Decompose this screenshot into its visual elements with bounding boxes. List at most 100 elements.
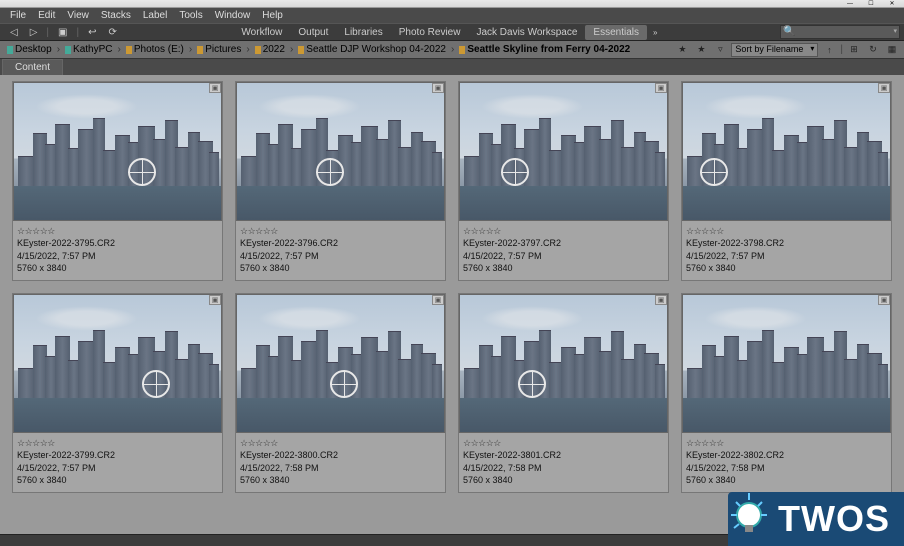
file-badge-icon: ▣ [878,295,890,305]
thumbnail-dimensions: 5760 x 3840 [17,262,218,274]
workspace-tab-libraries[interactable]: Libraries [336,25,390,40]
rating-stars[interactable]: ☆☆☆☆☆ [17,437,218,449]
filter-dropdown-button[interactable]: ▿ [712,43,728,57]
main-toolbar: ◁ ▷ | ▣ | ↩ ⟳ WorkflowOutputLibrariesPho… [0,23,904,41]
thumbnail-metadata: ☆☆☆☆☆KEyster-2022-3801.CR24/15/2022, 7:5… [459,433,668,492]
menu-stacks[interactable]: Stacks [95,8,137,23]
menu-view[interactable]: View [61,8,95,23]
rating-stars[interactable]: ☆☆☆☆☆ [463,225,664,237]
thumbnail-card[interactable]: ▣ ☆☆☆☆☆KEyster-2022-3800.CR24/15/2022, 7:… [235,293,446,493]
menu-label[interactable]: Label [137,8,173,23]
rating-stars[interactable]: ☆☆☆☆☆ [686,437,887,449]
search-dropdown-icon[interactable]: ▾ [894,27,898,35]
thumbnail-card[interactable]: ▣☆☆☆☆☆KEyster-2022-3802.CR24/15/2022, 7:… [681,293,892,493]
rating-stars[interactable]: ☆☆☆☆☆ [240,225,441,237]
rating-stars[interactable]: ☆☆☆☆☆ [686,225,887,237]
menu-window[interactable]: Window [209,8,257,23]
open-recent-button[interactable]: ↻ [865,43,881,57]
watermark-text: TWOS [778,498,890,540]
window-minimize-button[interactable]: — [840,1,860,7]
menu-help[interactable]: Help [256,8,289,23]
breadcrumb-item[interactable]: Pictures [194,44,244,55]
rating-stars[interactable]: ☆☆☆☆☆ [240,437,441,449]
toolbar-separator: | [76,27,79,38]
thumbnail-datetime: 4/15/2022, 7:57 PM [17,462,218,474]
thumbnail-image[interactable]: ▣ [682,294,891,433]
menu-edit[interactable]: Edit [32,8,61,23]
thumbnail-image[interactable]: ▣ [13,82,222,221]
thumbnail-card[interactable]: ▣ ☆☆☆☆☆KEyster-2022-3799.CR24/15/2022, 7:… [12,293,223,493]
breadcrumb-item[interactable]: Seattle DJP Workshop 04-2022 [295,44,449,55]
refresh-button[interactable]: ⟳ [103,25,121,40]
thumbnail-metadata: ☆☆☆☆☆KEyster-2022-3796.CR24/15/2022, 7:5… [236,221,445,280]
thumbnail-grid-panel[interactable]: ▣☆☆☆☆☆KEyster-2022-3795.CR24/15/2022, 7:… [0,75,904,534]
thumbnail-filename: KEyster-2022-3800.CR2 [240,449,441,461]
watermark-overlay: TWOS [728,492,904,546]
breadcrumb-item[interactable]: Desktop [4,44,55,55]
thumbnail-datetime: 4/15/2022, 7:58 PM [463,462,664,474]
rating-stars[interactable]: ☆☆☆☆☆ [17,225,218,237]
rating-stars[interactable]: ☆☆☆☆☆ [463,437,664,449]
workspace-tab-photo-review[interactable]: Photo Review [391,25,469,40]
file-badge-icon: ▣ [655,295,667,305]
breadcrumb-separator-icon: › [189,44,192,55]
sort-direction-button[interactable]: ↑ [821,43,837,57]
thumbnail-image[interactable]: ▣ [682,82,891,221]
workspace-tab-workflow[interactable]: Workflow [233,25,290,40]
thumbnail-metadata: ☆☆☆☆☆KEyster-2022-3795.CR24/15/2022, 7:5… [13,221,222,280]
breadcrumb-item[interactable]: KathyPC [62,44,115,55]
workspace-tab-output[interactable]: Output [290,25,336,40]
thumbnail-card[interactable]: ▣☆☆☆☆☆KEyster-2022-3797.CR24/15/2022, 7:… [458,81,669,281]
window-close-button[interactable]: ✕ [882,1,902,7]
thumbnail-datetime: 4/15/2022, 7:57 PM [240,250,441,262]
folder-icon [298,46,304,54]
thumbnail-image[interactable]: ▣ [13,294,222,433]
breadcrumb-item[interactable]: Seattle Skyline from Ferry 04-2022 [456,44,633,55]
thumbnail-dimensions: 5760 x 3840 [240,474,441,486]
thumbnail-grid-button[interactable]: ▦ [884,43,900,57]
desktop-icon [7,46,13,54]
filter-rating-button[interactable]: ★ [674,43,690,57]
thumbnail-image[interactable]: ▣ [459,82,668,221]
thumbnail-card[interactable]: ▣☆☆☆☆☆KEyster-2022-3795.CR24/15/2022, 7:… [12,81,223,281]
filter-rating-2-button[interactable]: ★ [693,43,709,57]
thumbnail-datetime: 4/15/2022, 7:57 PM [17,250,218,262]
thumbnail-card[interactable]: ▣ ☆☆☆☆☆KEyster-2022-3801.CR24/15/2022, 7:… [458,293,669,493]
reveal-button[interactable]: ▣ [53,25,72,40]
workspace-more-button[interactable]: » [648,26,662,39]
toolbar-separator: | [46,27,49,38]
thumbnail-card[interactable]: ▣☆☆☆☆☆KEyster-2022-3796.CR24/15/2022, 7:… [235,81,446,281]
breadcrumb-separator-icon: › [246,44,249,55]
thumbnail-metadata: ☆☆☆☆☆KEyster-2022-3797.CR24/15/2022, 7:5… [459,221,668,280]
window-maximize-button[interactable]: ☐ [861,1,881,7]
thumbnail-card[interactable]: ▣☆☆☆☆☆KEyster-2022-3798.CR24/15/2022, 7:… [681,81,892,281]
breadcrumb-label: KathyPC [73,44,112,55]
thumbnail-filename: KEyster-2022-3799.CR2 [17,449,218,461]
thumbnail-image[interactable]: ▣ [236,294,445,433]
nav-back-button[interactable]: ◁ [5,25,23,40]
file-badge-icon: ▣ [432,295,444,305]
nav-forward-button[interactable]: ▷ [25,25,43,40]
thumbnail-datetime: 4/15/2022, 7:57 PM [686,250,887,262]
breadcrumb-label: Pictures [205,44,241,55]
thumbnail-metadata: ☆☆☆☆☆KEyster-2022-3800.CR24/15/2022, 7:5… [236,433,445,492]
menu-file[interactable]: File [4,8,32,23]
boomerang-button[interactable]: ↩ [83,25,101,40]
breadcrumb-item[interactable]: 2022 [252,44,288,55]
lightbulb-icon [722,490,776,544]
breadcrumb-item[interactable]: Photos (E:) [123,44,187,55]
workspace-tab-jack-davis-workspace[interactable]: Jack Davis Workspace [468,25,585,40]
thumbnail-datetime: 4/15/2022, 7:57 PM [463,250,664,262]
thumbnail-image[interactable]: ▣ [459,294,668,433]
search-input[interactable]: 🔍 ▾ [780,25,900,39]
menu-tools[interactable]: Tools [173,8,208,23]
sort-by-select[interactable]: Sort by Filename [731,43,818,57]
thumbnail-image[interactable]: ▣ [236,82,445,221]
new-folder-button[interactable]: ⊞ [846,43,862,57]
tab-content[interactable]: Content [2,59,63,75]
menu-bar: FileEditViewStacksLabelToolsWindowHelp [0,8,904,23]
breadcrumb-separator-icon: › [290,44,293,55]
thumbnail-dimensions: 5760 x 3840 [463,474,664,486]
thumbnail-datetime: 4/15/2022, 7:58 PM [240,462,441,474]
workspace-tab-essentials[interactable]: Essentials [585,25,647,40]
